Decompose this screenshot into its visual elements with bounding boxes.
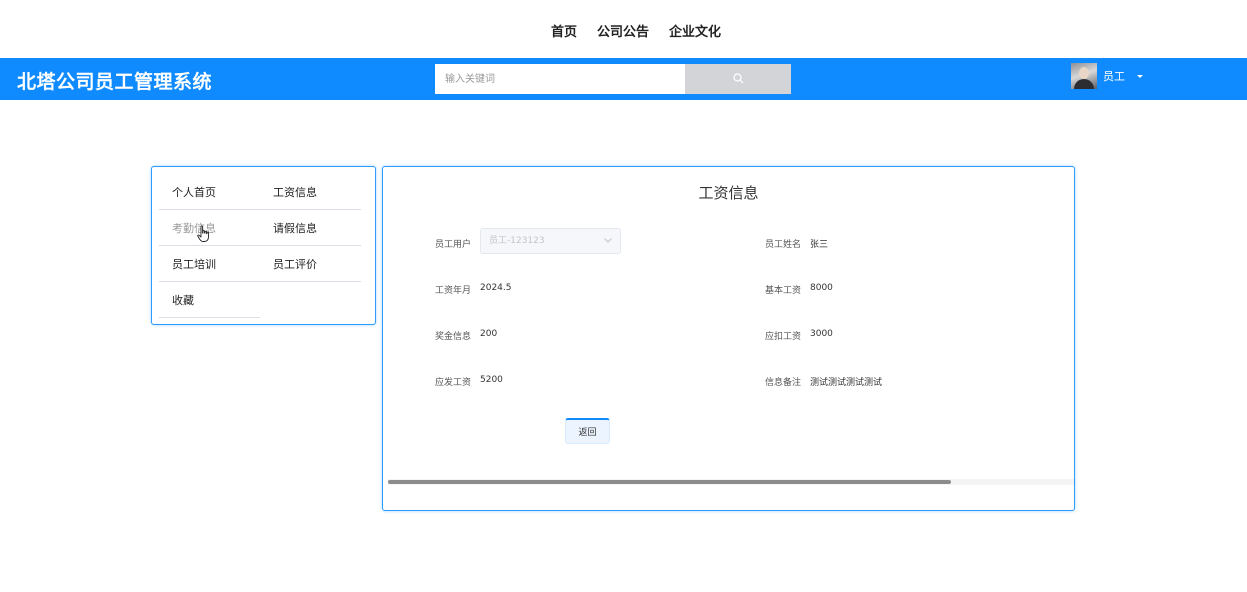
remark-value: 测试测试测试测试 [810,378,883,388]
nav-link-home[interactable]: 首页 [551,21,577,40]
side-menu: 个人首页 工资信息 考勤信息 请假信息 员工培训 员工评价 收藏 [151,166,376,325]
chevron-down-icon [604,238,612,243]
employee-name-value: 张三 [810,240,829,250]
menu-divider [159,245,361,246]
menu-item-favorites[interactable]: 收藏 [172,292,194,308]
net-salary-label: 应发工资 [435,378,472,388]
top-nav: 首页 公司公告 企业文化 [0,0,1247,58]
search-icon [733,73,744,84]
deduction-label: 应扣工资 [765,332,802,342]
panel-title: 工资信息 [698,184,759,202]
employee-name-label: 员工姓名 [765,240,802,250]
search-input[interactable] [435,64,685,94]
caret-down-icon [1137,74,1143,78]
menu-item-training[interactable]: 员工培训 [172,256,216,272]
base-salary-label: 基本工资 [765,286,802,296]
menu-item-evaluation[interactable]: 员工评价 [273,256,317,272]
remark-label: 信息备注 [765,378,802,388]
salary-month-value: 2024.5 [480,283,512,293]
employee-user-select[interactable]: 员工-123123 [480,228,621,254]
bonus-value: 200 [480,329,498,339]
horizontal-scrollbar[interactable] [388,479,1074,485]
bonus-label: 奖金信息 [435,332,472,342]
avatar [1071,63,1097,89]
user-menu[interactable]: 员工 [1071,63,1143,89]
menu-divider [159,281,361,282]
hand-cursor-icon [197,225,209,242]
nav-link-culture[interactable]: 企业文化 [669,21,721,40]
menu-item-leave[interactable]: 请假信息 [273,220,317,236]
base-salary-value: 8000 [810,283,833,293]
search-button[interactable] [685,64,791,94]
menu-item-personal-home[interactable]: 个人首页 [172,184,216,200]
app-title: 北塔公司员工管理系统 [17,71,213,93]
top-nav-links: 首页 公司公告 企业文化 [551,21,721,40]
deduction-value: 3000 [810,329,833,339]
net-salary-value: 5200 [480,375,503,385]
menu-item-salary[interactable]: 工资信息 [273,184,317,200]
menu-divider [159,317,260,318]
scrollbar-thumb[interactable] [388,480,951,484]
salary-month-label: 工资年月 [435,286,472,296]
user-name: 员工 [1103,70,1125,83]
salary-detail-panel: 工资信息 员工用户 员工-123123 员工姓名 张三 工资年月 2024.5 … [382,166,1075,511]
employee-user-label: 员工用户 [435,240,472,250]
header-bar: 北塔公司员工管理系统 员工 [0,58,1247,100]
back-button[interactable]: 返回 [565,418,610,444]
nav-link-announcements[interactable]: 公司公告 [597,21,649,40]
menu-divider [159,209,361,210]
employee-user-value: 员工-123123 [489,236,545,246]
